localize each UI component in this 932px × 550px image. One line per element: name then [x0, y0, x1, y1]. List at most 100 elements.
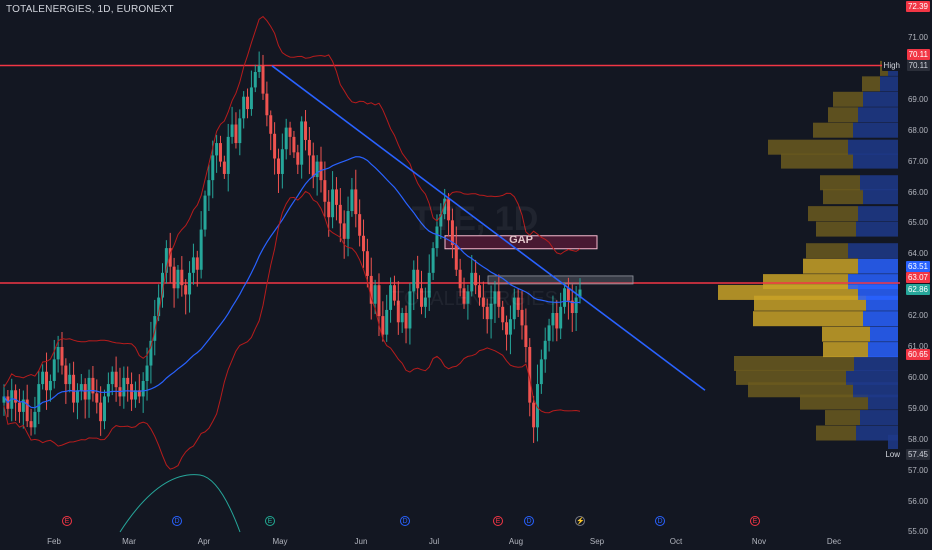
- candle-body: [25, 399, 29, 422]
- event-marker-icon[interactable]: D: [400, 516, 410, 526]
- price-chart[interactable]: [0, 0, 932, 550]
- event-marker-icon[interactable]: D: [524, 516, 534, 526]
- price-axis-label: 68.00: [907, 125, 928, 135]
- price-axis-label: 56.00: [907, 496, 928, 506]
- month-label: May: [272, 537, 288, 546]
- candle-body: [52, 359, 56, 381]
- symbol-title: TOTALENERGIES, 1D, EURONEXT: [6, 4, 174, 15]
- month-label: Sep: [589, 537, 605, 546]
- candle-body: [505, 322, 509, 335]
- candle-body: [199, 229, 203, 270]
- candle-body: [400, 313, 404, 323]
- month-label: Jun: [354, 537, 368, 546]
- candle-body: [188, 272, 192, 295]
- event-marker-icon[interactable]: D: [172, 516, 182, 526]
- candle-body: [338, 204, 342, 224]
- name-watermark: TOTALENERGIES: [392, 288, 558, 310]
- volume-profile-blue: [856, 221, 898, 237]
- volume-profile-gold: [736, 369, 846, 385]
- candle-body: [524, 325, 528, 347]
- month-label: Jul: [428, 537, 440, 546]
- event-marker-icon[interactable]: D: [655, 516, 665, 526]
- red-line-top-tag: 70.11: [906, 49, 930, 60]
- candle-body: [292, 136, 296, 153]
- volume-profile-gold: [813, 122, 853, 138]
- candle-body: [56, 347, 60, 360]
- candle-body: [238, 118, 242, 144]
- candle-body: [145, 365, 149, 381]
- volume-profile-blue: [853, 153, 898, 169]
- candle-body: [48, 380, 52, 391]
- volume-profile-gold: [734, 355, 854, 371]
- candle-body: [191, 257, 195, 273]
- volume-profile-gold: [823, 342, 868, 358]
- volume-profile-gold: [781, 153, 853, 169]
- candle-body: [276, 158, 280, 174]
- low-value-tag: 57.45: [905, 449, 930, 460]
- price-axis-label: 57.00: [907, 465, 928, 475]
- high-value-tag: 70.11: [906, 60, 930, 71]
- candle-body: [520, 309, 524, 326]
- event-marker-icon[interactable]: E: [493, 516, 503, 526]
- candle-body: [543, 340, 547, 360]
- low-label: Low: [883, 449, 902, 460]
- candle-body: [17, 402, 21, 412]
- candle-body: [234, 124, 238, 144]
- month-label: Feb: [47, 537, 61, 546]
- gap-annotation[interactable]: GAP: [445, 234, 597, 247]
- candle-body: [365, 251, 369, 276]
- last-price-tag: 62.86: [905, 284, 930, 295]
- event-marker-icon[interactable]: E: [62, 516, 72, 526]
- event-marker-icon[interactable]: E: [750, 516, 760, 526]
- price-axis-label: 55.00: [907, 527, 928, 537]
- volume-profile-gold: [808, 206, 858, 222]
- candle-body: [184, 285, 188, 295]
- candle-body: [110, 371, 114, 385]
- volume-profile-gold: [820, 175, 860, 191]
- ema-tag: 63.51: [905, 261, 930, 272]
- candle-body: [207, 180, 211, 196]
- price-axis-label: 69.00: [907, 94, 928, 104]
- candle-body: [323, 180, 327, 202]
- volume-profile-blue: [848, 139, 898, 155]
- volume-profile-blue: [854, 355, 898, 371]
- volume-profile-gold: [816, 221, 856, 237]
- candle-body: [342, 223, 346, 239]
- event-marker-icon[interactable]: ⚡: [575, 516, 585, 526]
- candle-body: [327, 201, 331, 218]
- month-label: Apr: [197, 537, 211, 546]
- candle-body: [249, 87, 253, 110]
- candle-body: [404, 313, 408, 329]
- candle-body: [350, 189, 354, 212]
- candle-body: [346, 211, 350, 239]
- candle-body: [539, 359, 543, 385]
- candle-body: [75, 390, 79, 403]
- candle-body: [195, 257, 199, 270]
- volume-profile-gold: [763, 274, 848, 290]
- candle-body: [551, 313, 555, 326]
- volume-profile-blue: [848, 243, 898, 259]
- month-label: Nov: [751, 537, 767, 546]
- volume-profile-gold: [828, 107, 858, 123]
- volume-profile-gold: [823, 189, 863, 205]
- event-marker-icon[interactable]: E: [265, 516, 275, 526]
- candle-body: [246, 96, 250, 110]
- volume-profile-gold: [816, 425, 856, 441]
- candle-body: [180, 269, 184, 286]
- price-axis-label: 67.00: [907, 156, 928, 166]
- candle-body: [95, 393, 99, 403]
- volume-profile-gold: [862, 76, 880, 92]
- volume-profile-gold: [806, 243, 848, 259]
- volume-profile-gold: [825, 410, 860, 426]
- candle-body: [474, 272, 478, 286]
- candle-body: [547, 325, 551, 341]
- candle-body: [431, 248, 435, 273]
- price-axis-label: 58.00: [907, 434, 928, 444]
- candle-body: [33, 411, 37, 428]
- volume-profile-blue: [856, 425, 898, 441]
- candle-body: [230, 124, 234, 137]
- candle-body: [141, 380, 145, 397]
- candle-body: [280, 149, 284, 174]
- candle-body: [103, 396, 107, 422]
- candle-body: [126, 377, 130, 385]
